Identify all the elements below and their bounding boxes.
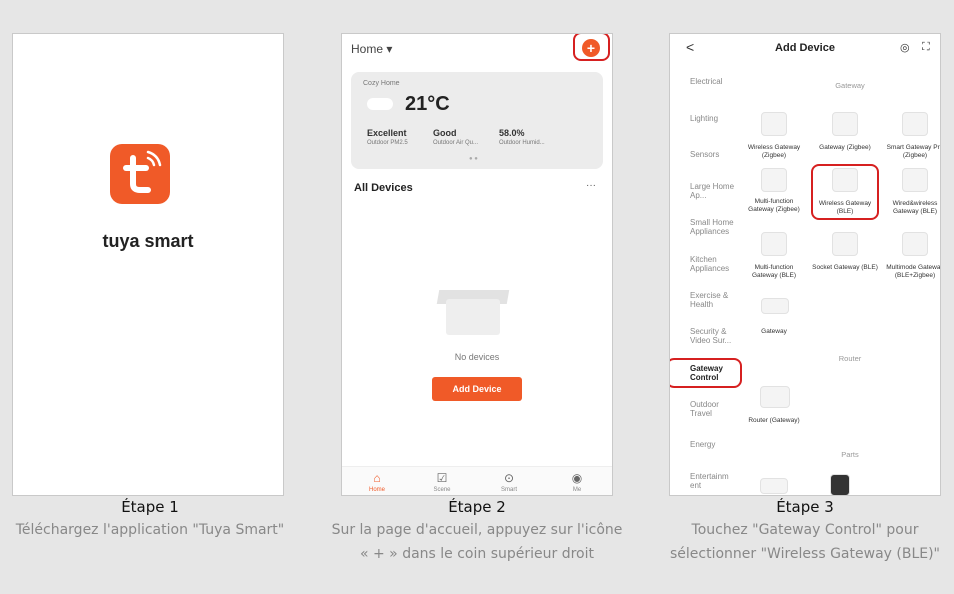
tab-scene[interactable]: ☑ Scene: [417, 471, 467, 493]
weather-card[interactable]: Cozy Home 21°C Excellent Outdoor PM2.5 G…: [351, 72, 603, 169]
category-item[interactable]: Energy: [690, 440, 742, 449]
category-item[interactable]: Electrical: [690, 77, 742, 86]
step-description: Sur la page d'accueil, appuyez sur l'icô…: [331, 522, 623, 562]
tab-label: Me: [572, 487, 582, 493]
empty-state-text: No devices: [454, 352, 500, 362]
cloud-icon: [367, 98, 393, 110]
device-image: [761, 232, 787, 256]
step1-screen: tuya smart: [12, 33, 284, 496]
stat-humidity: 58.0% Outdoor Humid...: [499, 128, 545, 146]
device-item[interactable]: Multi-function Gateway (BLE): [741, 264, 807, 280]
tab-label: Smart: [500, 487, 517, 493]
device-item[interactable]: Socket Gateway (BLE): [812, 264, 878, 272]
category-item[interactable]: Outdoor Travel: [690, 400, 742, 418]
tab-bar: ⌂ Home ☑ Scene ⊙ Smart ◉ Me: [342, 466, 612, 495]
category-item[interactable]: Small Home Appliances: [690, 218, 742, 236]
temperature: 21°C: [405, 93, 450, 115]
pager-dots: ● ●: [469, 156, 478, 162]
device-item[interactable]: Router (Gateway): [741, 417, 807, 425]
highlight-ring: [670, 358, 742, 388]
step3-caption: Étape 3 Touchez "Gateway Control" pour s…: [655, 498, 954, 566]
stat-value: Good: [433, 128, 457, 138]
stat-label: Outdoor PM2.5: [367, 140, 408, 146]
category-item[interactable]: Kitchen Appliances: [690, 255, 742, 273]
device-image: [761, 112, 787, 136]
step-title: Étape 1: [121, 498, 179, 516]
stat-value: 58.0%: [499, 128, 525, 138]
highlight-ring: [573, 34, 610, 61]
tab-label: Scene: [433, 487, 451, 493]
category-item[interactable]: Lighting: [690, 114, 742, 123]
home-icon: ⌂: [373, 471, 381, 485]
category-item[interactable]: Security & Video Sur...: [690, 327, 742, 345]
step3-screen: < Add Device ◎ ⛶ Electrical Lighting Sen…: [669, 33, 941, 496]
category-item[interactable]: Entertainm ent: [690, 472, 742, 490]
stat-pm25: Excellent Outdoor PM2.5: [367, 128, 408, 146]
tab-me[interactable]: ◉ Me: [552, 471, 602, 493]
router-image: [760, 386, 790, 408]
step2-screen: Home ▾ + Cozy Home 21°C Excellent Outdoo…: [341, 33, 613, 496]
stat-label: Outdoor Air Qu...: [433, 140, 479, 146]
device-image: [902, 112, 928, 136]
tab-label: Home: [368, 487, 385, 493]
device-item[interactable]: Multimode Gateway (BLE+Zigbee): [882, 264, 940, 280]
device-item[interactable]: Multi-function Gateway (Zigbee): [741, 198, 807, 214]
card-label: Cozy Home: [363, 80, 400, 87]
device-item[interactable]: Wireless Gateway (Zigbee): [741, 144, 807, 160]
device-image: [761, 298, 789, 314]
device-image: [902, 168, 928, 192]
tuya-logo-icon: [110, 144, 170, 204]
device-image: [760, 478, 788, 494]
step-title: Étape 3: [776, 498, 834, 516]
device-item[interactable]: Smart Gateway Pro (Zigbee): [882, 144, 940, 160]
smart-icon: ⊙: [503, 471, 515, 485]
scene-icon: ☑: [436, 471, 448, 485]
device-item[interactable]: Gateway: [741, 328, 807, 336]
device-item[interactable]: Wired&wireless Gateway (BLE): [882, 200, 940, 216]
tab-home[interactable]: ⌂ Home: [352, 471, 402, 493]
highlight-ring: [811, 164, 879, 220]
device-image: [832, 112, 858, 136]
stat-label: Outdoor Humid...: [499, 140, 545, 146]
add-device-header: < Add Device ◎ ⛶: [670, 34, 940, 62]
category-item[interactable]: Exercise & Health: [690, 291, 742, 309]
brand-name: tuya smart: [102, 231, 194, 251]
empty-box-icon: [446, 299, 500, 335]
device-image: [830, 474, 850, 495]
step-title: Étape 2: [448, 498, 506, 516]
scan-device-icon[interactable]: ◎: [900, 41, 910, 54]
device-image: [902, 232, 928, 256]
section-header: Parts: [841, 450, 859, 459]
me-icon: ◉: [571, 471, 583, 485]
home-header: Home ▾ +: [342, 34, 612, 62]
qr-scan-icon[interactable]: ⛶: [922, 41, 930, 54]
more-menu-icon[interactable]: ···: [586, 180, 596, 191]
section-header: Gateway: [835, 81, 865, 90]
step2-caption: Étape 2 Sur la page d'accueil, appuyez s…: [327, 498, 627, 566]
stat-value: Excellent: [367, 128, 407, 138]
all-devices-heading: All Devices: [354, 182, 413, 194]
category-item[interactable]: Sensors: [690, 150, 742, 159]
step-description: Téléchargez l'application "Tuya Smart": [15, 522, 285, 538]
stat-air-quality: Good Outdoor Air Qu...: [433, 128, 478, 146]
add-device-button[interactable]: Add Device: [432, 377, 522, 401]
category-item[interactable]: Large Home Ap...: [690, 182, 742, 200]
section-header: Router: [838, 354, 862, 363]
home-selector[interactable]: Home ▾: [351, 42, 392, 56]
device-item[interactable]: Gateway (Zigbee): [812, 144, 878, 152]
device-image: [832, 232, 858, 256]
step1-caption: Étape 1 Téléchargez l'application "Tuya …: [0, 498, 300, 542]
device-image: [761, 168, 787, 192]
step-description: Touchez "Gateway Control" pour sélection…: [670, 522, 940, 562]
tab-smart[interactable]: ⊙ Smart: [484, 471, 534, 493]
